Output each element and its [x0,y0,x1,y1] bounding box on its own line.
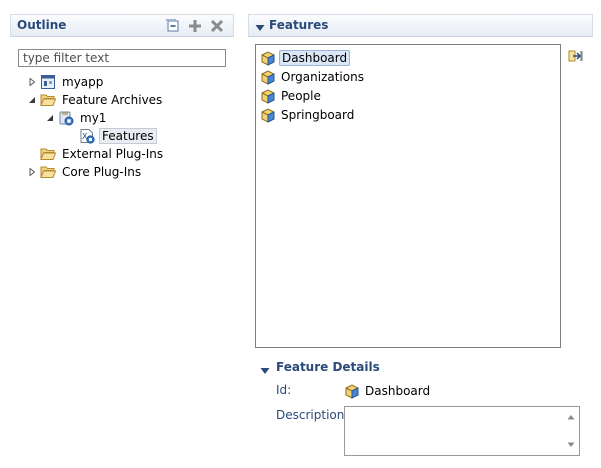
feature-icon [344,383,360,399]
feature-icon [260,88,276,104]
collapse-icon[interactable] [27,95,37,105]
id-value: Dashboard [365,384,431,398]
description-label: Description: [276,408,349,422]
tree-item-features[interactable]: X Features [79,127,157,145]
list-item[interactable]: Springboard [260,106,356,124]
id-value-row: Dashboard [344,383,430,399]
tree-item-my1[interactable]: my1 [45,109,108,127]
list-item-label: Organizations [281,70,364,84]
list-item[interactable]: Dashboard [260,49,351,67]
collapse-section-icon[interactable] [255,21,265,35]
outline-title: Outline [17,18,67,32]
remove-icon[interactable] [209,18,225,34]
features-list[interactable]: Dashboard Organizations People Springboa… [255,44,561,348]
collapse-details-icon[interactable] [260,364,270,378]
features-title: Features [269,18,329,32]
tree-item-label: Core Plug-Ins [62,165,142,179]
folder-open-icon [40,92,57,108]
features-header[interactable]: Features [248,14,593,37]
outline-header: Outline [10,14,234,37]
tree-item-label: Feature Archives [62,93,163,107]
add-icon[interactable] [187,18,203,34]
feature-icon [260,107,276,123]
description-field[interactable] [344,406,580,456]
archive-icon [58,110,74,126]
application-icon [40,74,56,90]
list-item[interactable]: Organizations [260,68,366,86]
list-item-label: People [281,89,321,103]
list-item-label: Springboard [281,108,355,122]
expand-icon[interactable] [27,77,37,87]
scroll-down-icon[interactable] [565,439,577,451]
tree-item-label: my1 [80,111,107,125]
list-item-label: Dashboard [279,50,351,66]
tree-item-label: myapp [62,75,104,89]
feature-icon [260,69,276,85]
import-feature-icon[interactable] [568,48,584,64]
list-item[interactable]: People [260,87,323,105]
tree-item-feature-archives[interactable]: Feature Archives [27,91,164,109]
tree-item-myapp[interactable]: myapp [27,73,105,91]
filter-input[interactable] [18,49,226,67]
collapse-all-icon[interactable] [165,18,181,34]
collapse-icon[interactable] [45,113,55,123]
id-label: Id: [276,383,292,397]
folder-open-icon [40,146,57,162]
expand-icon[interactable] [27,167,37,177]
feature-details-title: Feature Details [276,360,380,374]
features-file-icon: X [79,128,95,144]
folder-open-icon [40,164,57,180]
tree-item-external-plugins[interactable]: External Plug-Ins [40,145,165,163]
tree-item-label: Features [99,128,157,144]
tree-item-label: External Plug-Ins [62,147,164,161]
tree-item-core-plugins[interactable]: Core Plug-Ins [27,163,143,181]
scroll-up-icon[interactable] [565,411,577,423]
feature-icon [260,50,276,66]
